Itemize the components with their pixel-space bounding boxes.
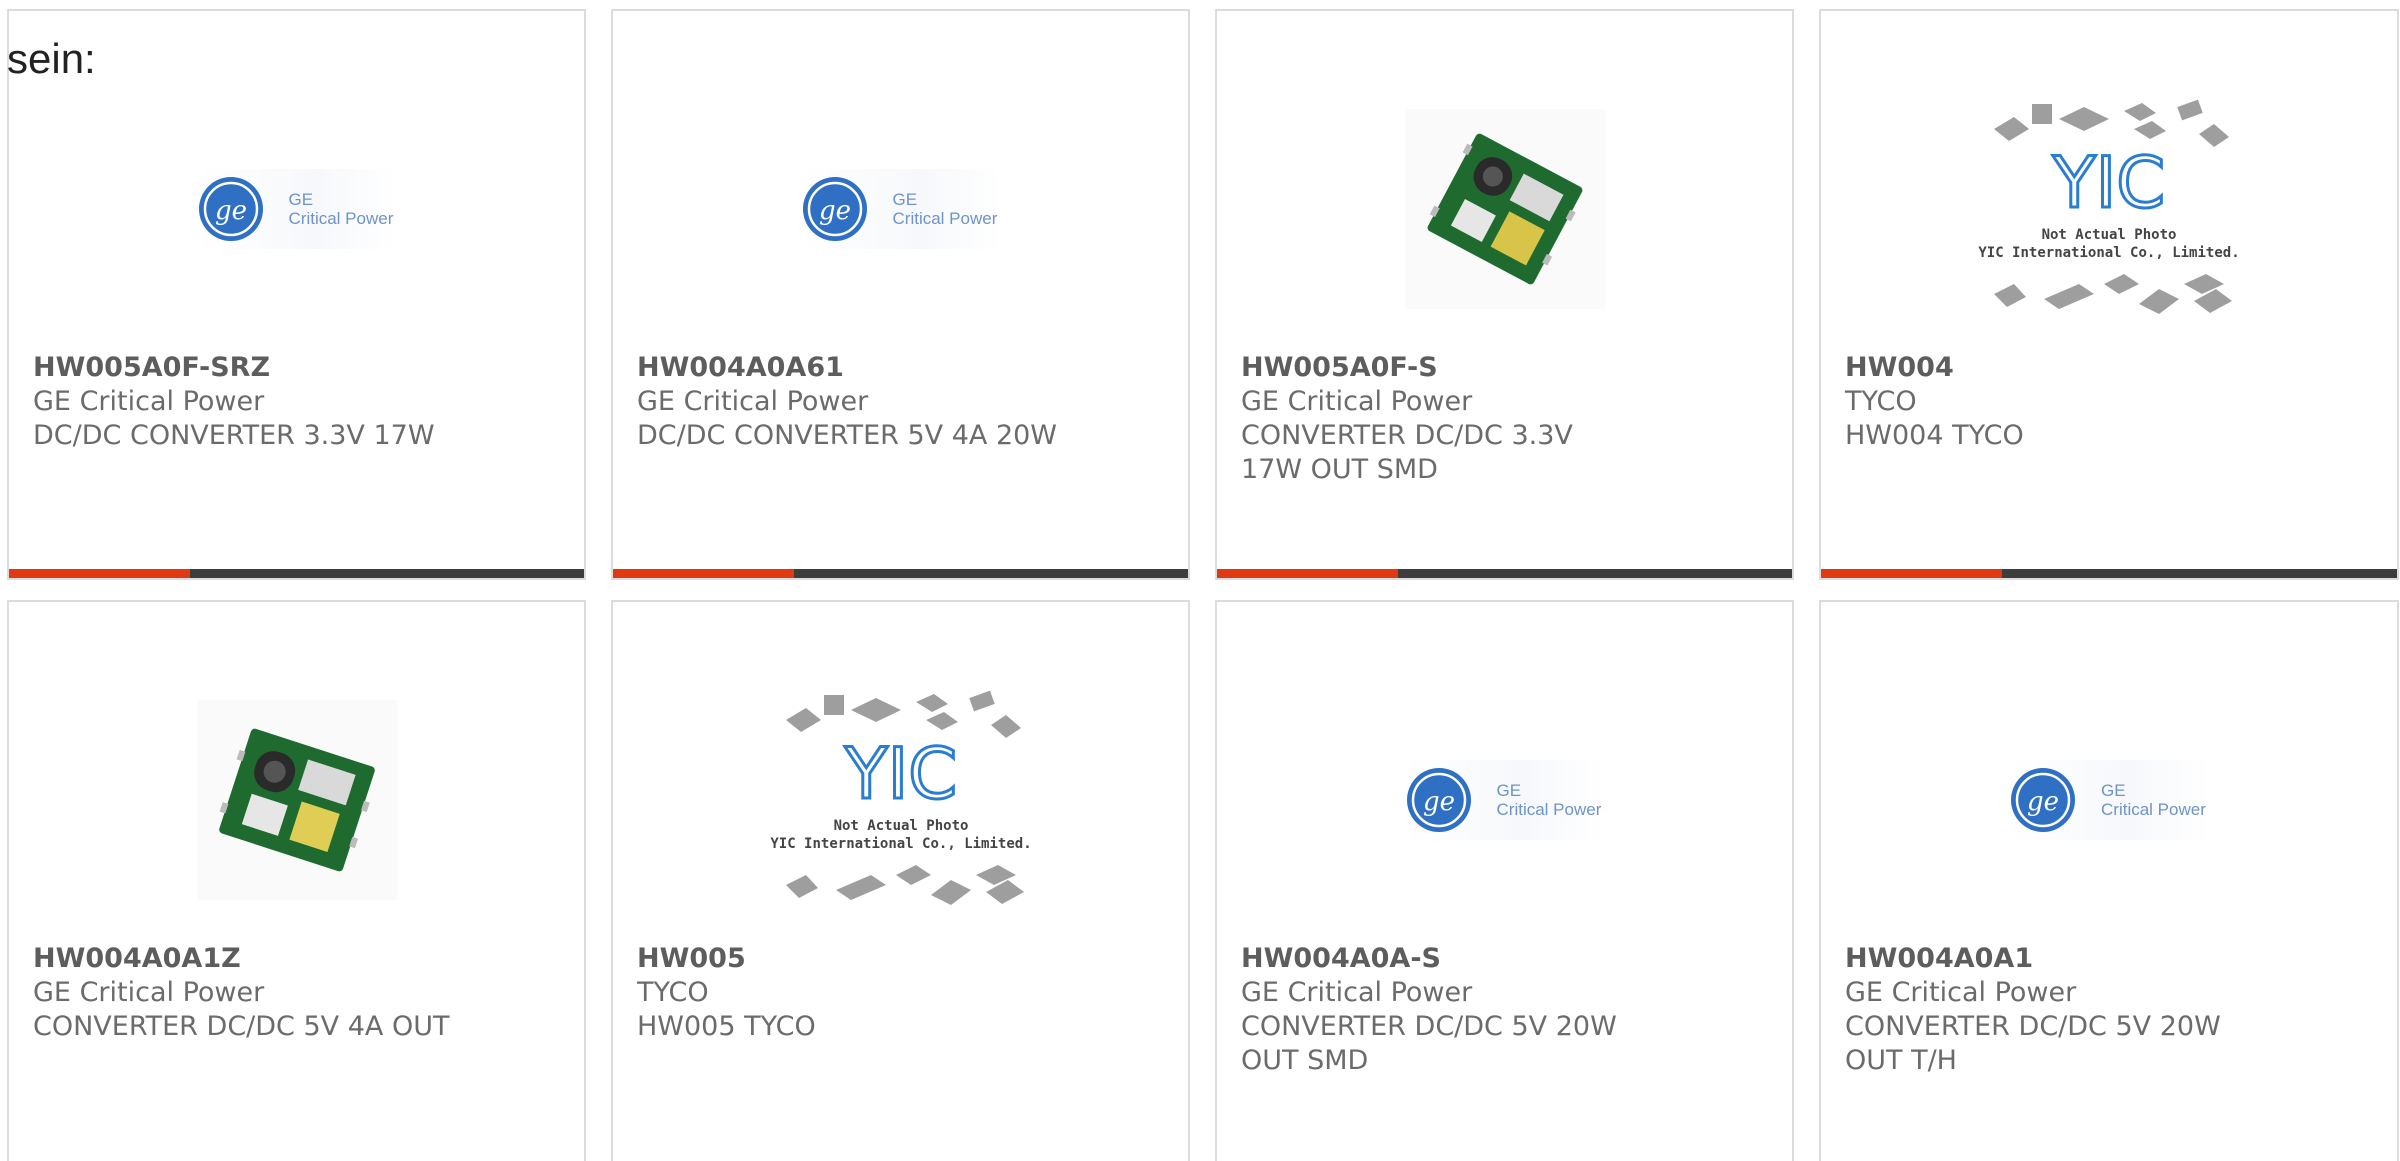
card-accent-bar — [9, 569, 190, 578]
part-number[interactable]: HW004A0A1Z — [33, 942, 560, 976]
part-number[interactable]: HW004A0A-S — [1241, 942, 1768, 976]
description: HW005 TYCO — [637, 1011, 816, 1042]
description: CONVERTER DC/DC 3.3V 17W OUT SMD — [1241, 420, 1573, 485]
manufacturer: GE Critical Power — [1845, 977, 2077, 1008]
ge-critical-power-logo: ge GE Critical Power — [196, 169, 397, 249]
product-image[interactable]: YIC Not Actual Photo YIC International C… — [1821, 69, 2397, 349]
product-info: HW004A0A61 GE Critical Power DC/DC CONVE… — [637, 351, 1164, 453]
yic-caption-line1: Not Actual Photo — [2042, 227, 2177, 243]
product-card[interactable]: ge GE Critical Power HW004A0A-S GE Criti… — [1215, 600, 1794, 1161]
card-footer-bar — [1821, 569, 2397, 578]
converter-board-photo — [1404, 109, 1605, 309]
product-card[interactable]: YIC Not Actual Photo YIC International C… — [611, 600, 1190, 1161]
ge-critical-power-logo: ge GE Critical Power — [1404, 760, 1605, 840]
product-listing-page: sein: ge GE Critical Power HW005A0F-SRZ … — [0, 0, 2400, 1161]
product-card[interactable]: HW005A0F-S GE Critical Power CONVERTER D… — [1215, 9, 1794, 580]
card-footer-bar — [1217, 569, 1792, 578]
part-number[interactable]: HW005 — [637, 942, 1164, 976]
yic-not-actual-photo: YIC Not Actual Photo YIC International C… — [770, 690, 1031, 905]
ge-monogram-icon: ge — [198, 177, 263, 241]
product-info: HW004A0A1Z GE Critical Power CONVERTER D… — [33, 942, 560, 1044]
part-number[interactable]: HW005A0F-SRZ — [33, 351, 560, 385]
ge-logo-line2: Critical Power — [288, 209, 394, 228]
ge-logo-text: GE Critical Power — [289, 190, 394, 228]
converter-board-image — [218, 728, 375, 872]
svg-text:ge: ge — [2027, 787, 2059, 817]
product-image[interactable]: YIC Not Actual Photo YIC International C… — [613, 660, 1188, 940]
manufacturer: GE Critical Power — [1241, 977, 1473, 1008]
card-footer-bar — [9, 569, 584, 578]
svg-text:ge: ge — [214, 196, 246, 226]
ge-logo-text: GE Critical Power — [2101, 781, 2206, 819]
product-info: HW005A0F-SRZ GE Critical Power DC/DC CON… — [33, 351, 560, 453]
ge-logo-line1: GE — [2101, 781, 2126, 800]
part-number[interactable]: HW004 — [1845, 351, 2373, 385]
manufacturer: GE Critical Power — [33, 386, 265, 417]
yic-caption-line2: YIC International Co., Limited. — [770, 836, 1031, 852]
product-card[interactable]: ge GE Critical Power HW005A0F-SRZ GE Cri… — [7, 9, 586, 580]
yic-caption-line2: YIC International Co., Limited. — [1978, 245, 2239, 261]
ge-logo-text: GE Critical Power — [1497, 781, 1602, 819]
ge-logo-line1: GE — [892, 190, 918, 209]
product-card[interactable]: ge GE Critical Power HW004A0A1 GE Critic… — [1819, 600, 2399, 1161]
product-info: HW005 TYCO HW005 TYCO — [637, 942, 1164, 1044]
manufacturer: TYCO — [637, 977, 709, 1008]
ge-logo-text: GE Critical Power — [893, 190, 998, 228]
ge-critical-power-logo: ge GE Critical Power — [2009, 760, 2209, 840]
ge-monogram-icon: ge — [802, 177, 867, 241]
manufacturer: TYCO — [1845, 386, 1917, 417]
product-grid: ge GE Critical Power HW005A0F-SRZ GE Cri… — [7, 9, 2400, 1161]
converter-board-image — [1427, 133, 1582, 285]
card-accent-bar — [613, 569, 794, 578]
description: DC/DC CONVERTER 5V 4A 20W — [637, 420, 1058, 451]
product-info: HW005A0F-S GE Critical Power CONVERTER D… — [1241, 351, 1768, 487]
product-image[interactable] — [1217, 69, 1792, 349]
description: CONVERTER DC/DC 5V 20W OUT T/H — [1845, 1011, 2221, 1076]
product-card[interactable]: HW004A0A1Z GE Critical Power CONVERTER D… — [7, 600, 586, 1161]
card-accent-bar — [1217, 569, 1398, 578]
manufacturer: GE Critical Power — [1241, 386, 1473, 417]
part-number[interactable]: HW005A0F-S — [1241, 351, 1768, 385]
description: CONVERTER DC/DC 5V 4A OUT — [33, 1011, 450, 1042]
ge-logo-line2: Critical Power — [1496, 800, 1602, 819]
description: HW004 TYCO — [1845, 420, 2024, 451]
product-image[interactable]: ge GE Critical Power — [613, 69, 1188, 349]
ge-logo-line2: Critical Power — [2101, 800, 2206, 819]
description: DC/DC CONVERTER 3.3V 17W — [33, 420, 435, 451]
product-image[interactable]: ge GE Critical Power — [1217, 660, 1792, 940]
ge-logo-line2: Critical Power — [892, 209, 998, 228]
part-number[interactable]: HW004A0A1 — [1845, 942, 2373, 976]
ge-monogram-icon: ge — [2011, 768, 2075, 832]
product-info: HW004A0A1 GE Critical Power CONVERTER DC… — [1845, 942, 2373, 1078]
converter-board-photo — [196, 700, 397, 900]
yic-caption-line1: Not Actual Photo — [833, 818, 968, 834]
product-info: HW004 TYCO HW004 TYCO — [1845, 351, 2373, 453]
ge-critical-power-logo: ge GE Critical Power — [800, 169, 1001, 249]
manufacturer: GE Critical Power — [637, 386, 869, 417]
manufacturer: GE Critical Power — [33, 977, 265, 1008]
product-card[interactable]: YIC Not Actual Photo YIC International C… — [1819, 9, 2399, 580]
yic-logo-mark: YIC — [843, 733, 956, 815]
ge-logo-line1: GE — [1496, 781, 1522, 800]
svg-text:ge: ge — [1422, 787, 1454, 817]
product-image[interactable]: ge GE Critical Power — [9, 69, 584, 349]
card-accent-bar — [1821, 569, 2002, 578]
card-footer-bar — [613, 569, 1188, 578]
intro-text: sein: — [7, 35, 96, 82]
part-number[interactable]: HW004A0A61 — [637, 351, 1164, 385]
description: CONVERTER DC/DC 5V 20W OUT SMD — [1241, 1011, 1617, 1076]
yic-logo-mark: YIC — [2052, 142, 2165, 224]
product-image[interactable] — [9, 660, 584, 940]
yic-not-actual-photo: YIC Not Actual Photo YIC International C… — [1978, 99, 2240, 314]
ge-logo-line1: GE — [288, 190, 314, 209]
product-image[interactable]: ge GE Critical Power — [1821, 660, 2397, 940]
svg-text:ge: ge — [818, 196, 850, 226]
product-card[interactable]: ge GE Critical Power HW004A0A61 GE Criti… — [611, 9, 1190, 580]
product-info: HW004A0A-S GE Critical Power CONVERTER D… — [1241, 942, 1768, 1078]
ge-monogram-icon: ge — [1406, 768, 1471, 832]
